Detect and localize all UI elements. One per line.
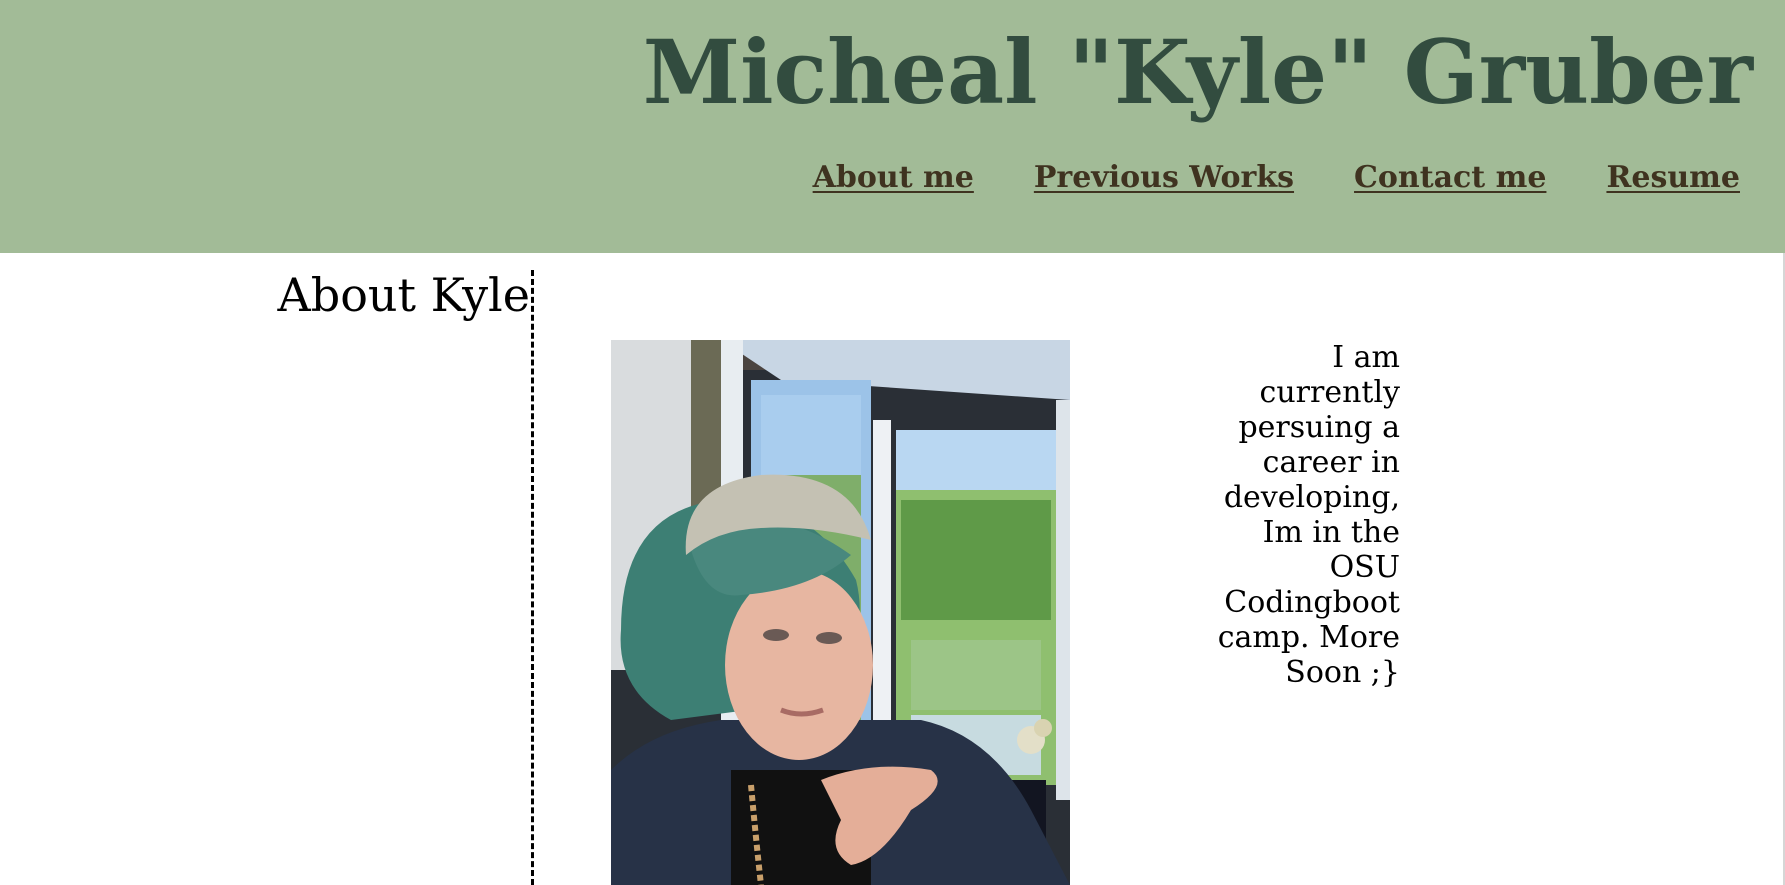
site-header: Micheal "Kyle" Gruber About me Previous … (0, 0, 1785, 253)
page: Micheal "Kyle" Gruber About me Previous … (0, 0, 1785, 885)
nav-link-contact-me[interactable]: Contact me (1354, 160, 1546, 195)
about-text: I am currently persuing a career in deve… (1217, 340, 1400, 690)
nav-link-resume[interactable]: Resume (1606, 160, 1740, 195)
main-nav: About me Previous Works Contact me Resum… (813, 160, 1740, 195)
section-divider (531, 270, 534, 885)
profile-photo (611, 340, 1070, 885)
site-title: Micheal "Kyle" Gruber (642, 20, 1753, 124)
portrait-photo-icon (611, 340, 1070, 885)
about-heading: About Kyle (277, 268, 530, 322)
nav-link-previous-works[interactable]: Previous Works (1034, 160, 1294, 195)
nav-link-about-me[interactable]: About me (813, 160, 974, 195)
